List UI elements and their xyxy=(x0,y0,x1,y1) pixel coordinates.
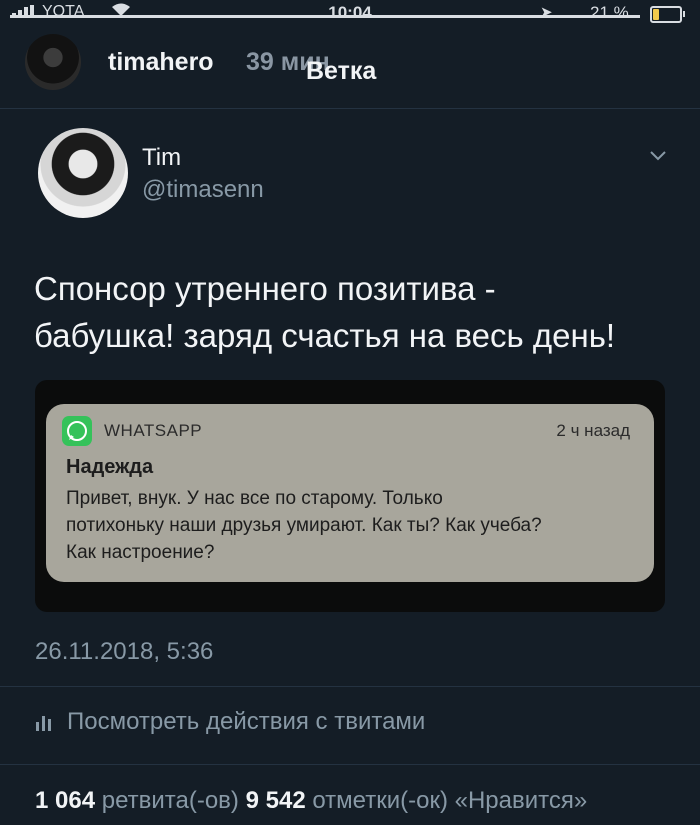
retweets-label[interactable]: ретвита(-ов) xyxy=(102,787,239,814)
tweet-text: Спонсор утреннего позитива - бабушка! за… xyxy=(34,265,684,359)
location-icon: ➤ xyxy=(540,4,553,21)
tweet-timestamp: 26.11.2018, 5:36 xyxy=(35,638,214,665)
notification-message: Привет, внук. У нас все по старому. Толь… xyxy=(66,485,646,566)
tweet-activity-link[interactable]: Посмотреть действия с твитами xyxy=(35,708,425,736)
divider xyxy=(0,764,700,765)
likes-count[interactable]: 9 542 xyxy=(246,787,306,814)
chevron-down-icon[interactable] xyxy=(648,148,668,164)
whatsapp-icon xyxy=(62,416,92,446)
notification-message-line: потихоньку наши друзья умирают. Как ты? … xyxy=(66,515,542,536)
notification-message-line: Привет, внук. У нас все по старому. Толь… xyxy=(66,488,443,509)
activity-chart-icon xyxy=(36,716,51,731)
battery-icon xyxy=(650,6,685,23)
tweet-media-image[interactable]: WHATSAPP 2 ч назад Надежда Привет, внук.… xyxy=(35,380,665,612)
story-header: timahero 39 мин Ветка xyxy=(0,30,700,109)
notification-message-line: Как настроение? xyxy=(66,542,215,563)
tweet-text-line: Спонсор утреннего позитива - xyxy=(34,270,496,307)
story-avatar[interactable] xyxy=(25,34,81,90)
tweet-activity-label: Посмотреть действия с твитами xyxy=(67,708,426,735)
story-title: Ветка xyxy=(306,57,377,85)
author-avatar[interactable] xyxy=(38,128,128,218)
author-name[interactable]: Tim xyxy=(142,144,181,172)
whatsapp-notification: WHATSAPP 2 ч назад Надежда Привет, внук.… xyxy=(46,404,654,582)
battery-percent: 21 % xyxy=(590,3,629,22)
tweet-stats: 1 064 ретвита(-ов) 9 542 отметки(-ок) «Н… xyxy=(35,787,587,815)
author-handle[interactable]: @timasenn xyxy=(142,176,264,204)
tweet-text-line: бабушка! заряд счастья на весь день! xyxy=(34,317,616,354)
notification-sender: Надежда xyxy=(66,456,154,478)
status-bar: YOTA 10:04 ➤ 21 % xyxy=(0,0,700,30)
divider xyxy=(0,686,700,687)
likes-label[interactable]: отметки(-ок) «Нравится» xyxy=(312,787,587,814)
story-username[interactable]: timahero xyxy=(108,48,214,77)
battery-fill xyxy=(653,9,659,20)
retweets-count[interactable]: 1 064 xyxy=(35,787,95,814)
notification-time: 2 ч назад xyxy=(556,421,630,440)
notification-app-name: WHATSAPP xyxy=(104,421,203,440)
